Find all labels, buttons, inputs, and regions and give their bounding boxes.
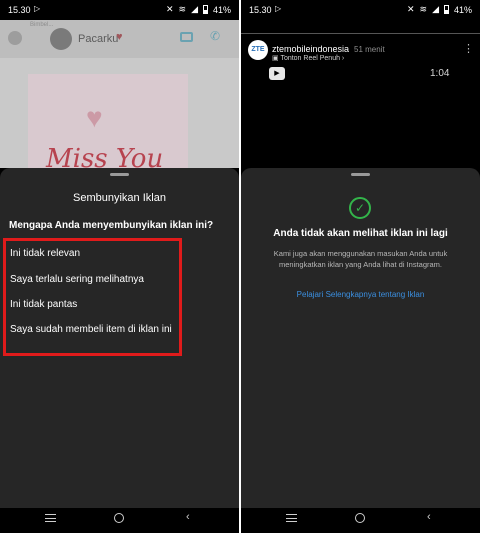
battery-percent: 41% (212, 4, 231, 15)
mute-icon: ✕ (165, 4, 174, 14)
chat-header: Bimbel... Pacarku ♥ ✆ (0, 20, 239, 58)
post-time: 51 menit (354, 45, 385, 54)
left-screen: 15.30 ▷ ✕ ≋ ◢ 41% Bimbel... Pacarku ♥ ✆ … (0, 0, 239, 533)
status-bar: 15.30 ▷ ✕ ≋ ◢ 41% (241, 0, 480, 20)
watch-full-reel-label: Tonton Reel Penuh (280, 55, 340, 62)
battery-percent: 41% (453, 4, 472, 15)
ghost-text: Bimbel... (30, 22, 54, 28)
sheet-handle[interactable] (351, 173, 370, 176)
contact-name[interactable]: Pacarku (78, 33, 118, 45)
mute-icon: ✕ (406, 4, 415, 14)
battery-icon (443, 5, 449, 14)
battery-icon (202, 5, 208, 14)
menu-icon[interactable] (286, 513, 297, 525)
account-avatar[interactable]: ZTE (248, 40, 268, 60)
sheet-title: Sembunyikan Iklan (73, 192, 166, 204)
play-icon[interactable]: ▶ (269, 67, 285, 80)
account-name[interactable]: ztemobileindonesia (272, 44, 349, 54)
status-time: 15.30 (249, 5, 272, 15)
wifi-icon: ≋ (178, 4, 187, 14)
sheet-question: Mengapa Anda menyembunyikan iklan ini? (9, 220, 214, 231)
confirmation-title: Anda tidak akan melihat iklan ini lagi (273, 228, 448, 239)
card-text: Miss You (46, 144, 164, 168)
watch-full-reel-link[interactable]: ▣ Tonton Reel Penuh › (272, 54, 344, 62)
status-bar: 15.30 ▷ ✕ ≋ ◢ 41% (0, 0, 239, 20)
signal-icon: ◢ (432, 4, 439, 14)
reel-duration: 1:04 (430, 68, 450, 79)
play-icon: ▷ (34, 4, 41, 13)
check-icon: ✓ (349, 197, 371, 219)
back-icon[interactable]: ‹ (427, 511, 431, 523)
chat-image-card[interactable]: ♥ Miss You (28, 74, 188, 168)
back-icon[interactable]: ‹ (186, 511, 190, 523)
chevron-right-icon: › (339, 55, 345, 62)
hide-ad-sheet: Sembunyikan Iklan Mengapa Anda menyembun… (0, 168, 239, 508)
avatar[interactable] (50, 28, 72, 50)
home-icon[interactable] (355, 513, 365, 526)
signal-icon: ◢ (191, 4, 198, 14)
nav-bar: ‹ (0, 508, 239, 533)
heart-icon: ♥ (116, 31, 123, 43)
wifi-icon: ≋ (419, 4, 428, 14)
right-screen: 15.30 ▷ ✕ ≋ ◢ 41% ZTE ztemobileindonesia… (241, 0, 480, 533)
learn-more-link[interactable]: Pelajari Selengkapnya tentang Iklan (241, 290, 480, 299)
heart-icon: ♥ (86, 102, 103, 133)
menu-icon[interactable] (45, 513, 56, 525)
chat-background: Bimbel... Pacarku ♥ ✆ ♥ Miss You (0, 20, 239, 168)
home-icon[interactable] (114, 513, 124, 526)
nav-bar: ‹ (241, 508, 480, 533)
back-icon[interactable] (8, 31, 22, 45)
play-icon: ▷ (275, 4, 282, 13)
status-time: 15.30 (8, 5, 31, 15)
reel-progress-line (241, 33, 480, 34)
highlight-box (3, 238, 182, 356)
sheet-handle[interactable] (110, 173, 129, 176)
confirmation-body: Kami juga akan menggunakan masukan Anda … (273, 249, 448, 269)
more-icon[interactable]: ⋮ (463, 42, 474, 55)
feedback-sheet: ✓ Anda tidak akan melihat iklan ini lagi… (241, 168, 480, 508)
video-call-icon[interactable] (180, 32, 193, 42)
phone-icon[interactable]: ✆ (210, 29, 220, 43)
